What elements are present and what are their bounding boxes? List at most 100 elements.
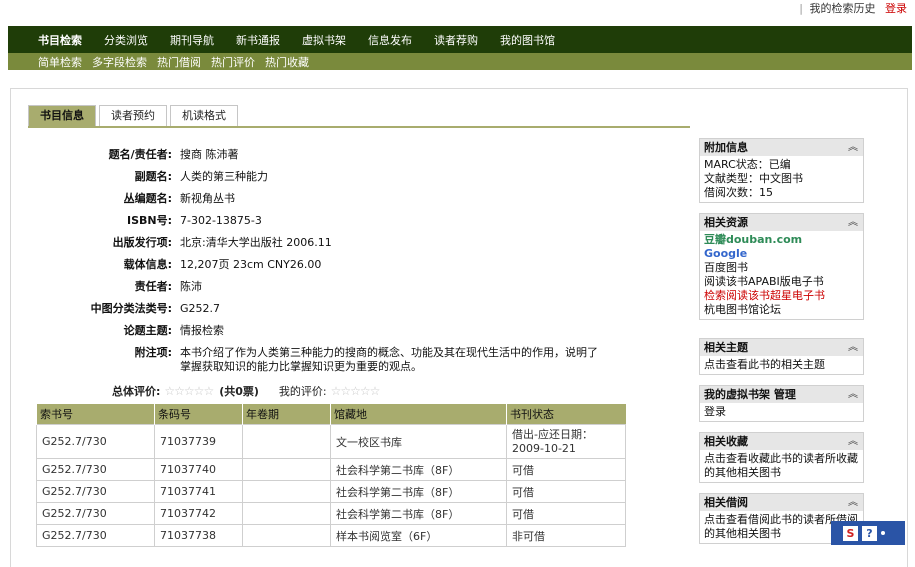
nav-item-my-library[interactable]: 我的图书馆 (500, 32, 555, 48)
shelf-login-link[interactable]: 登录 (704, 405, 859, 419)
collapse-icon[interactable]: ︽ (848, 433, 858, 450)
field-value-publisher: 北京:清华大学出版社 2006.11 (180, 236, 332, 249)
tab-underline (28, 126, 690, 128)
cell-location: 社会科学第二书库（8F） (330, 458, 507, 481)
nav-item-category-browse[interactable]: 分类浏览 (104, 32, 148, 48)
field-label: 责任者: (134, 280, 172, 293)
bib-fields: 题名/责任者: 搜商 陈沛著 副题名: 人类的第三种能力 丛编题名: 新视角丛书 IS… (40, 148, 600, 382)
collect-link[interactable]: 点击查看收藏此书的读者所收藏的其他相关图书 (704, 452, 859, 480)
field-value-physical: 12,207页 23cm CNY26.00 (180, 258, 322, 271)
cell-volume (242, 458, 331, 481)
field-label: 出版发行项: (112, 236, 172, 249)
cell-volume (242, 502, 331, 525)
field-row: ISBN号: 7-302-13875-3 (40, 214, 600, 228)
sidebar: 附加信息 ︽ MARC状态：已编 文献类型：中文图书 借阅次数：15 相关资源 ︽ … (699, 138, 864, 554)
field-row: 中图分类法类号: G252.7 (40, 302, 600, 316)
field-row: 题名/责任者: 搜商 陈沛著 (40, 148, 600, 162)
cell-status: 可借 (506, 458, 626, 481)
cell-barcode: 71037741 (154, 480, 243, 503)
cell-barcode: 71037740 (154, 458, 243, 481)
nav-item-reader-recommend[interactable]: 读者荐购 (434, 32, 478, 48)
field-value-clc: G252.7 (180, 302, 221, 315)
field-value-author[interactable]: 陈沛 (180, 280, 202, 294)
field-row: 论题主题: 情报检索 (40, 324, 600, 338)
field-label: 题名/责任者: (108, 148, 172, 161)
apabi-ebook-link[interactable]: 阅读该书APABI版电子书 (704, 275, 859, 289)
field-label: 附注项: (134, 346, 172, 359)
rating-row: 总体评价: ☆☆☆☆☆ (共0票) 我的评价: ☆☆☆☆☆ (112, 383, 385, 399)
subnav-item-multi-field-search[interactable]: 多字段检索 (92, 54, 147, 70)
douban-logo[interactable]: 豆瓣douban.com (704, 233, 859, 247)
collect-title: 相关收藏 (704, 435, 748, 448)
shelf-body: 登录 (700, 403, 863, 421)
topics-title: 相关主题 (704, 341, 748, 354)
nav-item-info-publish[interactable]: 信息发布 (368, 32, 412, 48)
borrow-title: 相关借阅 (704, 496, 748, 509)
topics-box: 相关主题 ︽ 点击查看此书的相关主题 (699, 338, 864, 375)
field-value-subtitle: 人类的第三种能力 (180, 170, 268, 183)
field-row: 丛编题名: 新视角丛书 (40, 192, 600, 206)
cell-volume (242, 480, 331, 503)
menu-dot-icon[interactable] (881, 531, 885, 535)
baidu-books-link[interactable]: 百度图书 (704, 261, 859, 275)
collapse-icon[interactable]: ︽ (848, 494, 858, 511)
my-rating-stars[interactable]: ☆☆☆☆☆ (331, 384, 381, 398)
cell-location: 文一校区书库 (330, 424, 507, 459)
tab-marc-format[interactable]: 机读格式 (170, 105, 238, 126)
nav-item-journal-nav[interactable]: 期刊导航 (170, 32, 214, 48)
cell-call-number: G252.7/730 (36, 458, 155, 481)
field-label: ISBN号: (126, 214, 172, 227)
collect-header: 相关收藏 ︽ (700, 433, 863, 450)
ime-toolbar[interactable]: S ? (831, 521, 905, 545)
nav-item-catalog-search[interactable]: 书目检索 (38, 32, 82, 48)
my-rating-label: 我的评价: (278, 385, 327, 398)
marc-status: MARC状态：已编 (704, 158, 791, 171)
cell-volume (242, 424, 331, 459)
cell-barcode: 71037739 (154, 424, 243, 459)
shelf-title[interactable]: 我的虚拟书架 管理 (704, 388, 796, 401)
sub-nav: 简单检索 多字段检索 热门借阅 热门评价 热门收藏 (8, 53, 912, 70)
collect-body: 点击查看收藏此书的读者所收藏的其他相关图书 (700, 450, 863, 482)
field-value-subject[interactable]: 情报检索 (180, 324, 224, 338)
field-value-notes: 本书介绍了作为人类第三种能力的搜商的概念、功能及其在现代生活中的作用，说明了掌握… (180, 346, 598, 373)
cell-barcode: 71037738 (154, 524, 243, 547)
table-row: G252.7/730 71037739 文一校区书库 借出-应还日期：2009-… (36, 424, 626, 459)
sogou-icon[interactable]: S (843, 525, 858, 541)
nav-item-virtual-shelf[interactable]: 虚拟书架 (302, 32, 346, 48)
cell-volume (242, 524, 331, 547)
subnav-item-hot-borrow[interactable]: 热门借阅 (157, 54, 201, 70)
topics-body: 点击查看此书的相关主题 (700, 356, 863, 374)
google-logo[interactable]: Google (704, 247, 859, 261)
col-volume: 年卷期 (242, 404, 331, 425)
collapse-icon[interactable]: ︽ (848, 139, 858, 156)
login-link[interactable]: 登录 (885, 2, 907, 15)
nav-item-new-books[interactable]: 新书通报 (236, 32, 280, 48)
resources-header: 相关资源 ︽ (700, 214, 863, 231)
library-forum-link[interactable]: 杭电图书馆论坛 (704, 303, 859, 317)
extra-info-box: 附加信息 ︽ MARC状态：已编 文献类型：中文图书 借阅次数：15 (699, 138, 864, 203)
search-history-link[interactable]: 我的检索历史 (810, 2, 876, 15)
topics-link[interactable]: 点击查看此书的相关主题 (704, 358, 859, 372)
tab-bib-info[interactable]: 书目信息 (28, 105, 96, 126)
table-row: G252.7/730 71037742 社会科学第二书库（8F） 可借 (36, 502, 626, 525)
field-row: 附注项: 本书介绍了作为人类第三种能力的搜商的概念、功能及其在现代生活中的作用，说… (40, 346, 600, 374)
resources-box: 相关资源 ︽ 豆瓣douban.com Google 百度图书 阅读该书APABI… (699, 213, 864, 320)
rating-count: (共0票) (219, 385, 259, 398)
tab-reader-reserve[interactable]: 读者预约 (99, 105, 167, 126)
col-call-number: 索书号 (36, 404, 155, 425)
subnav-item-simple-search[interactable]: 简单检索 (38, 54, 82, 70)
field-row: 责任者: 陈沛 (40, 280, 600, 294)
superstar-ebook-link[interactable]: 检索阅读该书超星电子书 (704, 289, 859, 303)
field-label: 副题名: (134, 170, 172, 183)
col-status: 书刊状态 (506, 404, 626, 425)
field-row: 副题名: 人类的第三种能力 (40, 170, 600, 184)
collapse-icon[interactable]: ︽ (848, 214, 858, 231)
cell-location: 社会科学第二书库（8F） (330, 480, 507, 503)
subnav-item-hot-rating[interactable]: 热门评价 (211, 54, 255, 70)
collapse-icon[interactable]: ︽ (848, 386, 858, 403)
cell-location: 社会科学第二书库（8F） (330, 502, 507, 525)
detail-tabs: 书目信息 读者预约 机读格式 (28, 105, 241, 126)
help-icon[interactable]: ? (862, 525, 877, 541)
collapse-icon[interactable]: ︽ (848, 339, 858, 356)
subnav-item-hot-collect[interactable]: 热门收藏 (265, 54, 309, 70)
